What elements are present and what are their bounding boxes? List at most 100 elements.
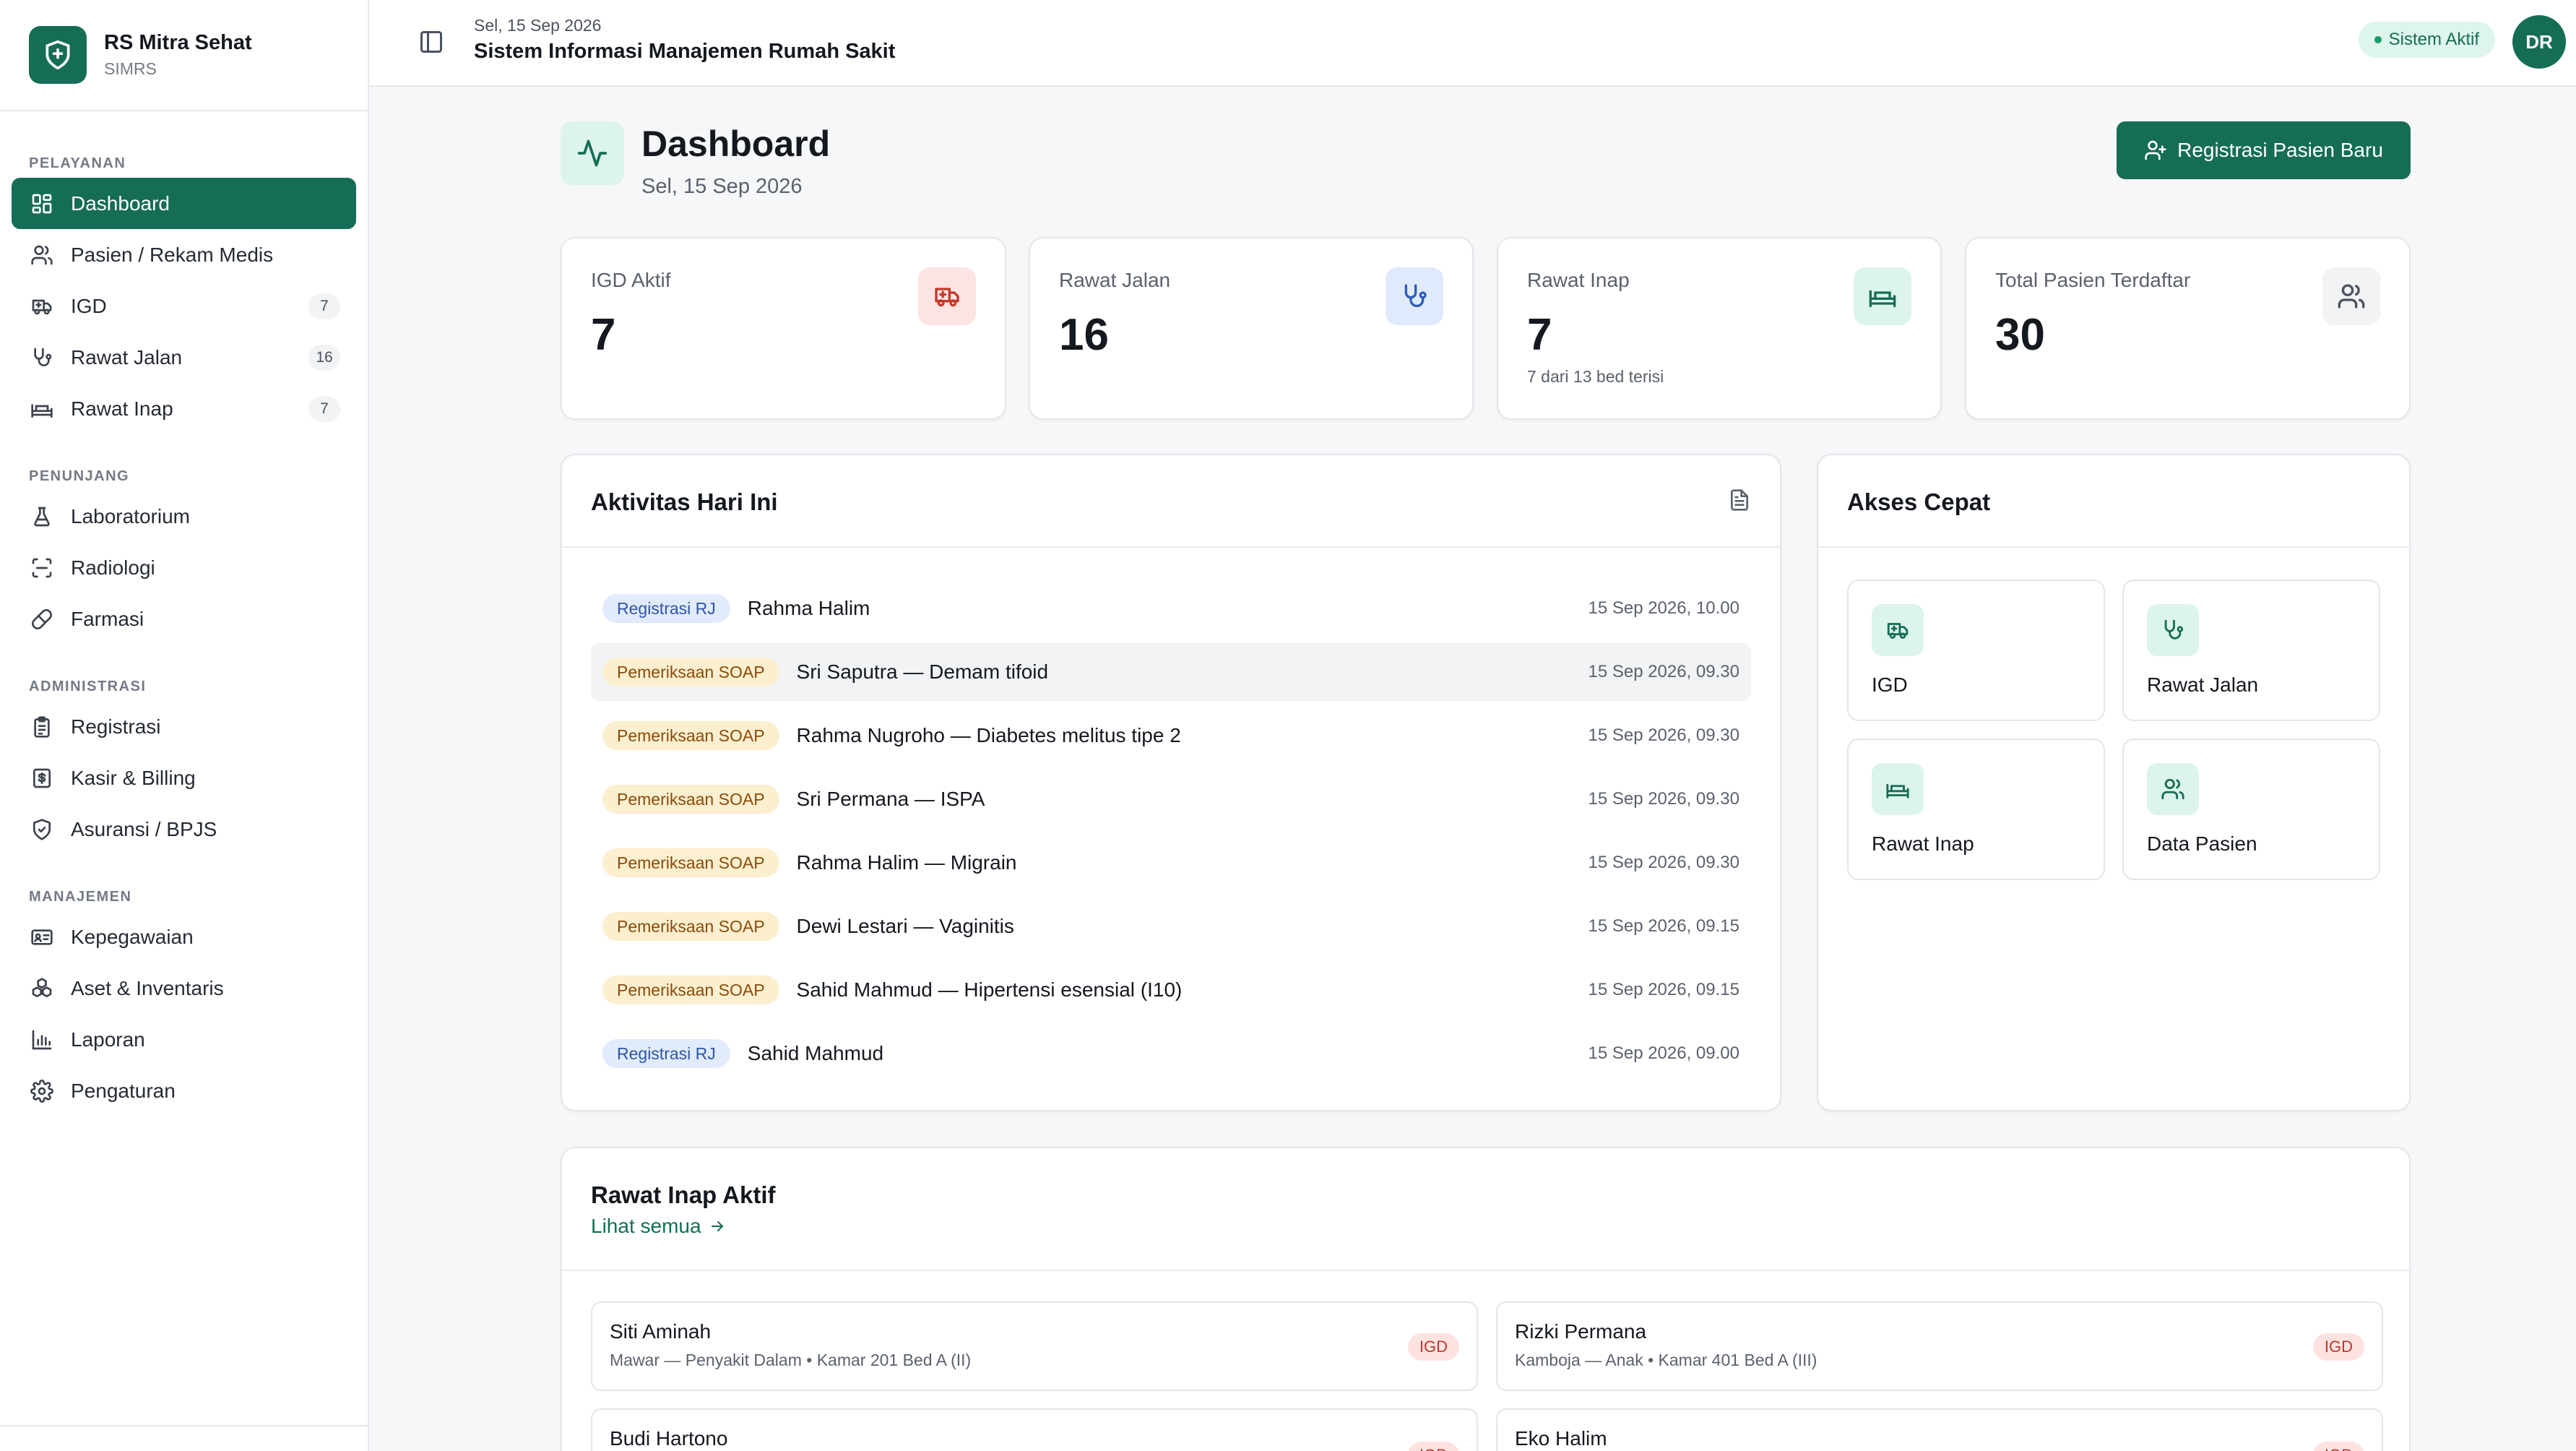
- activity-row[interactable]: Pemeriksaan SOAP Rahma Nugroho — Diabete…: [591, 707, 1751, 765]
- patient-name: Eko Halim: [1515, 1427, 1607, 1450]
- see-all-label: Lihat semua: [591, 1215, 701, 1237]
- sidebar-item-label: Kasir & Billing: [71, 766, 196, 789]
- users-icon: [2322, 267, 2380, 325]
- sidebar-item-radiologi[interactable]: Radiologi: [12, 542, 356, 593]
- activity-text: Sri Saputra — Demam tifoid: [796, 660, 1049, 683]
- activity-time: 15 Sep 2026, 09.15: [1588, 916, 1739, 936]
- activity-text: Rahma Halim — Migrain: [796, 851, 1017, 874]
- patient-name: Siti Aminah: [610, 1320, 712, 1343]
- inpatient-card[interactable]: Eko Halim IGD: [1496, 1408, 2383, 1451]
- inpatient-card[interactable]: Rizki Permana Kamboja — Anak • Kamar 401…: [1496, 1301, 2383, 1391]
- arrow-right-icon: [709, 1218, 726, 1235]
- flask-icon: [29, 504, 55, 530]
- quick-tile-label: Rawat Jalan: [2147, 673, 2259, 696]
- sidebar-item-kasir[interactable]: Kasir & Billing: [12, 752, 356, 804]
- section-title: MANAJEMEN: [29, 889, 132, 905]
- activity-text: Rahma Halim: [747, 597, 870, 619]
- shield-plus-icon: [29, 26, 87, 84]
- activity-type-badge: Pemeriksaan SOAP: [602, 976, 779, 1004]
- patient-origin-badge: IGD: [1407, 1442, 1459, 1451]
- count-badge: 16: [308, 344, 340, 371]
- sidebar-item-pasien[interactable]: Pasien / Rekam Medis: [12, 229, 356, 280]
- sidebar-item-label: Asuransi / BPJS: [71, 817, 217, 840]
- activity-row[interactable]: Registrasi RJ Sahid Mahmud 15 Sep 2026, …: [591, 1025, 1751, 1082]
- sidebar-item-label: Laboratorium: [71, 504, 190, 528]
- stat-value: 16: [1059, 310, 1109, 360]
- stat-card-total-pasien[interactable]: Total Pasien Terdaftar 30: [1965, 237, 2411, 420]
- activity-time: 15 Sep 2026, 10.00: [1588, 598, 1739, 618]
- quick-tile-rawat-inap[interactable]: Rawat Inap: [1847, 739, 2105, 880]
- activity-list: Registrasi RJ Rahma Halim 15 Sep 2026, 1…: [591, 580, 1751, 1088]
- inpatient-card[interactable]: Siti Aminah Mawar — Penyakit Dalam • Kam…: [591, 1301, 1478, 1391]
- sidebar-item-label: Kepegawaian: [71, 925, 194, 948]
- stat-card-rawat-jalan[interactable]: Rawat Jalan 16: [1029, 237, 1474, 420]
- register-patient-button[interactable]: Registrasi Pasien Baru: [2117, 121, 2411, 179]
- activity-row[interactable]: Pemeriksaan SOAP Dewi Lestari — Vaginiti…: [591, 897, 1751, 955]
- sidebar-item-asuransi[interactable]: Asuransi / BPJS: [12, 804, 356, 855]
- bar-chart-icon: [29, 1027, 55, 1053]
- sidebar-toggle-icon[interactable]: [415, 26, 447, 58]
- gear-icon: [29, 1078, 55, 1104]
- activity-row[interactable]: Pemeriksaan SOAP Sri Saputra — Demam tif…: [591, 643, 1751, 701]
- avatar[interactable]: DR: [2512, 15, 2566, 69]
- stat-card-rawat-inap[interactable]: Rawat Inap 7 7 dari 13 bed terisi: [1497, 237, 1942, 420]
- activity-text: Sahid Mahmud: [747, 1042, 884, 1064]
- section-title: ADMINISTRASI: [29, 679, 147, 694]
- sidebar-item-label: Laporan: [71, 1028, 145, 1051]
- patient-meta: Mawar — Penyakit Dalam • Kamar 201 Bed A…: [610, 1351, 972, 1369]
- section-title: PENUNJANG: [29, 468, 130, 484]
- quick-tile-igd[interactable]: IGD: [1847, 580, 2105, 721]
- sidebar-item-laboratorium[interactable]: Laboratorium: [12, 491, 356, 542]
- sidebar-item-dashboard[interactable]: Dashboard: [12, 178, 356, 229]
- sidebar-nav: PELAYANAN Dashboard Pasien / Rekam Medis…: [0, 111, 368, 1116]
- sidebar-item-rawat-inap[interactable]: Rawat Inap 7: [12, 383, 356, 434]
- stat-sub: 7 dari 13 bed terisi: [1527, 367, 1664, 386]
- page-date: Sel, 15 Sep 2026: [641, 175, 803, 198]
- activity-row[interactable]: Registrasi RJ Rahma Halim 15 Sep 2026, 1…: [591, 580, 1751, 637]
- sidebar-item-laporan[interactable]: Laporan: [12, 1014, 356, 1065]
- activity-type-badge: Pemeriksaan SOAP: [602, 848, 779, 877]
- activity-time: 15 Sep 2026, 09.30: [1588, 662, 1739, 681]
- sidebar-item-label: Pengaturan: [71, 1079, 176, 1102]
- sidebar-item-aset[interactable]: Aset & Inventaris: [12, 963, 356, 1014]
- document-icon[interactable]: [1728, 488, 1751, 515]
- quick-tile-data-pasien[interactable]: Data Pasien: [2122, 739, 2380, 880]
- activity-text: Sahid Mahmud — Hipertensi esensial (I10): [796, 978, 1183, 1001]
- sidebar-item-rawat-jalan[interactable]: Rawat Jalan 16: [12, 332, 356, 383]
- brand[interactable]: RS Mitra Sehat SIMRS: [0, 0, 368, 111]
- inpatient-card[interactable]: Budi Hartono IGD: [591, 1408, 1478, 1451]
- sidebar-item-pengaturan[interactable]: Pengaturan: [12, 1065, 356, 1116]
- activity-time: 15 Sep 2026, 09.00: [1588, 1043, 1739, 1063]
- stat-card-igd[interactable]: IGD Aktif 7: [561, 237, 1006, 420]
- activity-time: 15 Sep 2026, 09.15: [1588, 980, 1739, 999]
- quick-access-panel: Akses Cepat IGD Rawat Jalan Rawat Inap D…: [1817, 454, 2411, 1111]
- id-card-icon: [29, 924, 55, 950]
- page-title: Dashboard: [641, 124, 831, 164]
- activity-row[interactable]: Pemeriksaan SOAP Sahid Mahmud — Hiperten…: [591, 961, 1751, 1019]
- users-icon: [29, 242, 55, 268]
- brand-name: RS Mitra Sehat: [104, 31, 252, 54]
- activity-time: 15 Sep 2026, 09.30: [1588, 789, 1739, 809]
- activity-row[interactable]: Pemeriksaan SOAP Sri Permana — ISPA 15 S…: [591, 770, 1751, 828]
- sidebar-item-farmasi[interactable]: Farmasi: [12, 593, 356, 645]
- users-icon: [2147, 763, 2199, 815]
- activity-panel: Aktivitas Hari Ini Registrasi RJ Rahma H…: [561, 454, 1781, 1111]
- sidebar-item-label: Radiologi: [71, 556, 155, 579]
- quick-tile-rawat-jalan[interactable]: Rawat Jalan: [2122, 580, 2380, 721]
- sidebar-item-igd[interactable]: IGD 7: [12, 280, 356, 332]
- sidebar-item-registrasi[interactable]: Registrasi: [12, 701, 356, 752]
- quick-tile-label: IGD: [1872, 673, 1908, 696]
- activity-title: Aktivitas Hari Ini: [591, 488, 778, 515]
- sidebar-item-label: Farmasi: [71, 607, 144, 630]
- quick-tile-label: Data Pasien: [2147, 832, 2257, 855]
- activity-time: 15 Sep 2026, 09.30: [1588, 853, 1739, 872]
- see-all-link[interactable]: Lihat semua: [591, 1215, 726, 1238]
- sidebar-item-label: Registrasi: [71, 715, 161, 738]
- activity-row[interactable]: Pemeriksaan SOAP Rahma Halim — Migrain 1…: [591, 834, 1751, 892]
- boxes-icon: [29, 976, 55, 1002]
- sidebar-item-label: Rawat Jalan: [71, 345, 183, 369]
- user-plus-icon: [2144, 139, 2167, 162]
- sidebar-item-label: IGD: [71, 294, 107, 317]
- stat-value: 7: [1527, 310, 1552, 360]
- sidebar-item-kepegawaian[interactable]: Kepegawaian: [12, 911, 356, 963]
